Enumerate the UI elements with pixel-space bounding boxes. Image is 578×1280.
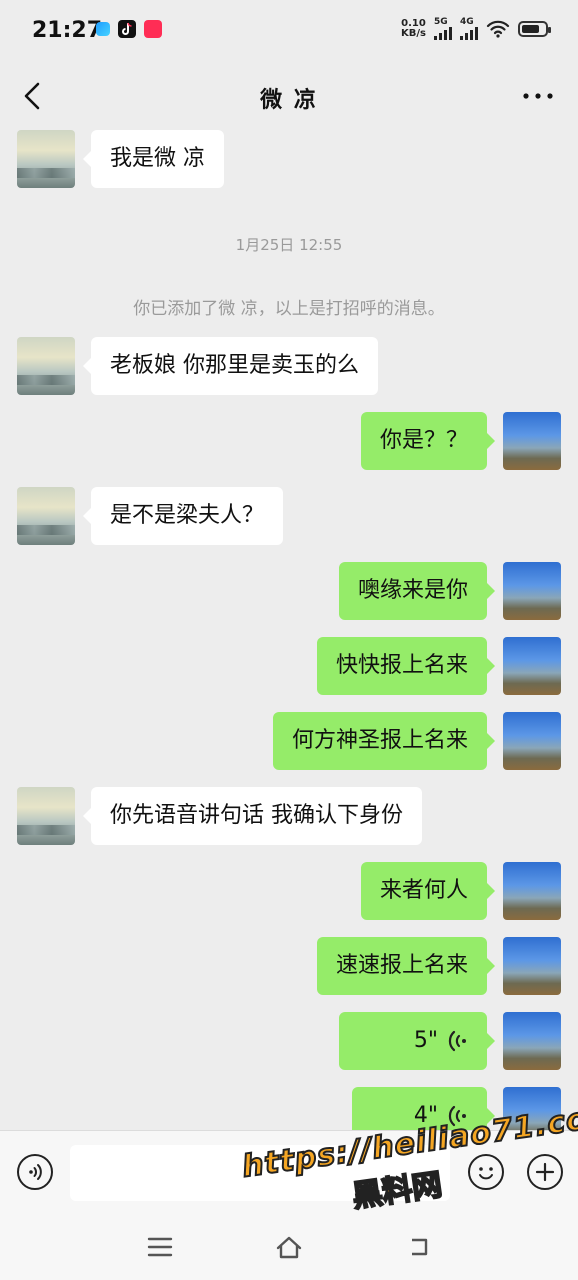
system-message: 你已添加了微 凉，以上是打招呼的消息。 <box>133 299 445 319</box>
voice-message-outgoing[interactable]: 5" <box>339 1012 495 1070</box>
message-bubble-incoming[interactable]: 是不是梁夫人？ <box>82 487 284 545</box>
signal-5g-icon: 5G <box>434 18 452 40</box>
message-bubble-outgoing[interactable]: 何方神圣报上名来 <box>272 712 496 770</box>
home-icon[interactable] <box>274 1232 304 1262</box>
shopping-app-icon <box>144 20 162 38</box>
notification-icons <box>96 20 162 38</box>
app-notification-icon <box>96 22 110 36</box>
status-indicators: 0.10 KB/s 5G 4G <box>401 18 551 40</box>
voice-input-icon <box>29 1164 42 1180</box>
back-nav-icon[interactable] <box>404 1232 434 1262</box>
my-avatar[interactable] <box>503 862 561 920</box>
status-bar: 21:27 0.10 KB/s 5G 4G <box>0 0 578 62</box>
my-avatar[interactable] <box>503 1012 561 1070</box>
net-speed-unit: KB/s <box>401 28 426 39</box>
message-bubble-incoming[interactable]: 你先语音讲句话 我确认下身份 <box>83 787 422 845</box>
message-bubble-outgoing[interactable]: 速速报上名来 <box>316 937 496 995</box>
signal-4g-icon: 4G <box>460 18 478 40</box>
message-bubble-incoming[interactable]: 老板娘 你那里是卖玉的么 <box>83 337 378 395</box>
status-time: 21:27 <box>32 18 103 43</box>
contact-avatar[interactable] <box>17 487 75 545</box>
message-bubble-outgoing[interactable]: 你是？？ <box>360 412 496 470</box>
signal-5g-label: 5G <box>434 17 448 27</box>
my-avatar[interactable] <box>503 637 561 695</box>
battery-icon <box>518 21 551 37</box>
message-bubble-incoming[interactable]: 我是微 凉 <box>83 130 224 188</box>
my-avatar[interactable] <box>503 937 561 995</box>
message-bubble-outgoing[interactable]: 快快报上名来 <box>316 637 496 695</box>
contact-avatar[interactable] <box>17 337 75 395</box>
chat-header: 微 凉 <box>0 62 578 130</box>
message-bubble-outgoing[interactable]: 噢缘来是你 <box>338 562 496 620</box>
contact-avatar[interactable] <box>17 130 75 188</box>
my-avatar[interactable] <box>503 712 561 770</box>
my-avatar[interactable] <box>503 562 561 620</box>
message-timestamp: 1月25日 12:55 <box>235 236 343 254</box>
tiktok-icon <box>118 20 136 38</box>
signal-4g-label: 4G <box>460 17 474 27</box>
voice-input-button[interactable] <box>17 1154 53 1190</box>
message-bubble-outgoing[interactable]: 来者何人 <box>360 862 496 920</box>
chat-title: 微 凉 <box>260 88 318 113</box>
more-icon[interactable] <box>520 84 556 108</box>
my-avatar[interactable] <box>503 412 561 470</box>
voice-duration: 5" <box>413 1028 438 1053</box>
contact-avatar[interactable] <box>17 787 75 845</box>
menu-icon[interactable] <box>145 1232 175 1262</box>
network-speed: 0.10 KB/s <box>401 19 426 39</box>
wifi-icon <box>486 20 510 38</box>
chat-message-list[interactable]: 我是微 凉 1月25日 12:55 你已添加了微 凉，以上是打招呼的消息。 老板… <box>0 130 578 1130</box>
voice-wave-icon <box>448 1030 466 1052</box>
